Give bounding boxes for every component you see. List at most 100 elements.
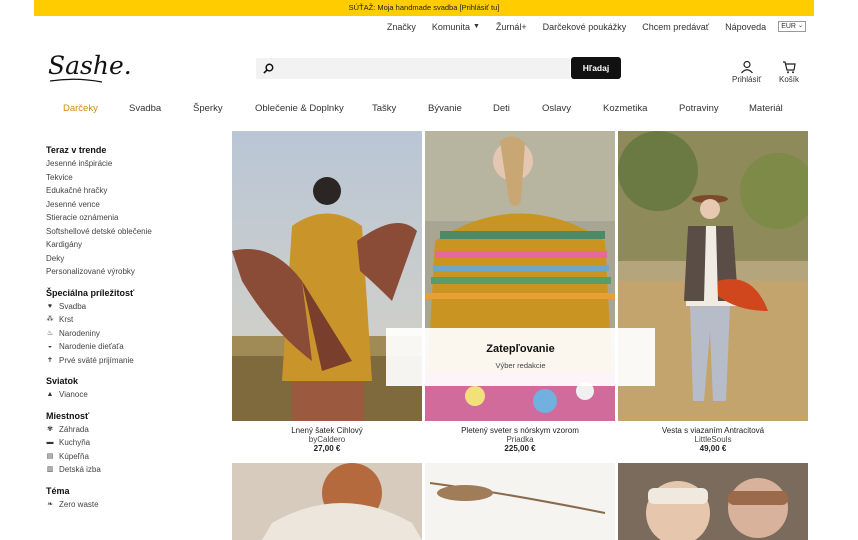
- sidebar-heading: Teraz v trende: [46, 145, 107, 155]
- category-material[interactable]: Materiál: [749, 103, 783, 114]
- sidebar-link-kidsroom[interactable]: ▥ Detská izba: [46, 463, 216, 477]
- sidebar-link[interactable]: Tekvice: [46, 171, 216, 185]
- product-name: Lnený šatek Cihlový: [291, 426, 363, 435]
- top-nav-vouchers[interactable]: Darčekové poukážky: [543, 22, 627, 32]
- chevron-down-icon: ⌄: [797, 23, 803, 29]
- sidebar-link-birthday[interactable]: ♨ Narodeniny: [46, 327, 216, 341]
- sidebar-link[interactable]: Edukačné hračky: [46, 184, 216, 198]
- product-name: Vesta s viazaním Antracitová: [661, 426, 765, 435]
- sidebar-link[interactable]: Jesenné vence: [46, 198, 216, 212]
- sidebar-link-label: Svadba: [59, 301, 87, 311]
- sidebar-link-baptism[interactable]: ⁂ Krst: [46, 313, 216, 327]
- currency-value: EUR: [781, 23, 796, 30]
- cake-icon: ♨: [46, 329, 54, 337]
- sidebar-link-zerowaste[interactable]: ❧ Zero waste: [46, 498, 216, 512]
- sashe-logo[interactable]: Sashe.sk: [46, 44, 130, 88]
- sidebar-link[interactable]: Stieracie oznámenia: [46, 211, 216, 225]
- category-nav: Darčeky Svadba Šperky Oblečenie & Doplnk…: [0, 103, 858, 117]
- product-seller[interactable]: LittleSouls: [618, 435, 808, 444]
- product-card-sweater[interactable]: Pletený sveter s nórskym vzorom Priadka …: [425, 426, 615, 453]
- cross-icon: ✝: [47, 356, 53, 364]
- product-image-pampas[interactable]: [425, 463, 615, 540]
- caret-down-icon: ▼: [472, 23, 480, 30]
- sidebar: Teraz v trende Jesenné inšpirácie Tekvic…: [46, 145, 216, 520]
- sidebar-link-label: Kúpeľňa: [59, 451, 89, 461]
- sidebar-link-garden[interactable]: ✾ Záhrada: [46, 423, 216, 437]
- sidebar-link-label: Narodenie dieťaťa: [59, 342, 124, 351]
- sidebar-link-label: Detská izba: [59, 465, 101, 474]
- sidebar-link[interactable]: Jesenné inšpirácie: [46, 157, 216, 171]
- cart-button[interactable]: Košík: [779, 60, 799, 84]
- top-nav-community-label: Komunita: [431, 21, 470, 32]
- currency-select[interactable]: EUR ⌄: [778, 21, 806, 32]
- sidebar-heading: Sviatok: [46, 376, 79, 386]
- sidebar-link-kitchen[interactable]: ▬ Kuchyňa: [46, 436, 216, 450]
- sidebar-link-communion[interactable]: ✝ Prvé sväté prijímanie: [46, 354, 216, 368]
- category-parties[interactable]: Oslavy: [542, 103, 571, 114]
- plant-icon: ✾: [47, 425, 53, 433]
- sidebar-occasions: Špeciálna príležitosť ♥ Svadba ⁂ Krst ♨ Nar…: [46, 288, 216, 368]
- product-price: 27,00 €: [313, 444, 341, 453]
- product-seller[interactable]: Priadka: [425, 435, 615, 444]
- sidebar-link-label: Prvé sväté prijímanie: [59, 355, 134, 365]
- sidebar-heading: Téma: [46, 485, 70, 496]
- editorial-feature-card[interactable]: Zatepľovanie Výber redakcie: [386, 328, 655, 386]
- crib-icon: ▥: [46, 466, 54, 473]
- sidebar-link[interactable]: Kardigány: [46, 238, 216, 252]
- product-seller[interactable]: byCaldero: [232, 435, 422, 444]
- sidebar-holiday: Sviatok ▲ Vianoce: [46, 376, 216, 402]
- search-button[interactable]: Hľadaj: [571, 57, 621, 79]
- sidebar-link[interactable]: Personalizované výrobky: [46, 265, 216, 279]
- product-name: Pletený sveter s nórskym vzorom: [461, 426, 579, 435]
- sidebar-link-label: Narodeniny: [59, 328, 100, 338]
- product-card-scarf[interactable]: Lnený šatek Cihlový byCaldero 27,00 €: [232, 426, 422, 453]
- sidebar-trending: Teraz v trende Jesenné inšpirácie Tekvic…: [46, 145, 216, 279]
- sidebar-link[interactable]: Softshellové detské oblečenie: [46, 225, 216, 239]
- product-image-headbands[interactable]: [618, 463, 808, 540]
- sidebar-theme: Téma ❧ Zero waste: [46, 486, 216, 512]
- category-kids[interactable]: Deti: [493, 103, 510, 114]
- top-nav-journal[interactable]: Žurnál+: [496, 22, 527, 32]
- top-nav-community[interactable]: Komunita ▼: [432, 22, 480, 32]
- sidebar-link-label: Vianoce: [59, 390, 88, 399]
- login-button[interactable]: Prihlásiť: [732, 60, 761, 84]
- sidebar-link-wedding[interactable]: ♥ Svadba: [46, 300, 216, 314]
- sidebar-link-christmas[interactable]: ▲ Vianoce: [46, 388, 216, 402]
- category-living[interactable]: Bývanie: [428, 103, 462, 114]
- category-gifts[interactable]: Darčeky: [63, 103, 98, 114]
- sidebar-link[interactable]: Deky: [46, 252, 216, 266]
- category-wedding[interactable]: Svadba: [129, 103, 161, 114]
- search-bar: [256, 58, 570, 79]
- logo-text: Sashe.sk: [48, 51, 130, 80]
- sidebar-room: Miestnosť ✾ Záhrada ▬ Kuchyňa ▤ Kúpeľňa ▥ De…: [46, 411, 216, 477]
- cart-icon: [783, 61, 796, 74]
- sidebar-link-label: Kuchyňa: [59, 438, 91, 447]
- promo-banner[interactable]: SÚŤAŽ: Moja handmade svadba [Prihlásiť t…: [34, 0, 814, 16]
- top-nav-help[interactable]: Nápoveda: [725, 22, 766, 32]
- category-clothing[interactable]: Oblečenie & Doplnky: [255, 103, 344, 114]
- product-card-vest[interactable]: Vesta s viazaním Antracitová LittleSouls…: [618, 426, 808, 453]
- sidebar-link-label: Krst: [59, 315, 74, 324]
- heart-icon: ♥: [47, 302, 53, 310]
- product-price: 49,00 €: [699, 444, 727, 453]
- login-label: Prihlásiť: [732, 75, 762, 84]
- category-bags[interactable]: Tašky: [372, 103, 396, 114]
- tree-icon: ▲: [46, 391, 54, 398]
- category-jewelry[interactable]: Šperky: [193, 103, 223, 114]
- feature-subtitle: Výber redakcie: [495, 361, 546, 370]
- cart-label: Košík: [779, 75, 800, 84]
- category-cosmetics[interactable]: Kozmetika: [603, 103, 647, 114]
- sidebar-link-bathroom[interactable]: ▤ Kúpeľňa: [46, 450, 216, 464]
- sidebar-link-label: Záhrada: [59, 424, 89, 434]
- sidebar-heading: Špeciálna príležitosť: [46, 287, 135, 298]
- stroller-icon: ◒: [47, 343, 53, 350]
- top-nav-sell[interactable]: Chcem predávať: [642, 22, 709, 32]
- category-food[interactable]: Potraviny: [679, 103, 719, 114]
- sidebar-link-birth[interactable]: ◒ Narodenie dieťaťa: [46, 340, 216, 354]
- top-nav-brands[interactable]: Značky: [387, 22, 416, 32]
- product-price: 225,00 €: [504, 444, 536, 453]
- search-input[interactable]: [280, 58, 565, 79]
- product-image-knit[interactable]: [232, 463, 422, 540]
- top-nav: Značky Komunita ▼ Žurnál+ Darčekové pouká…: [371, 21, 806, 32]
- sidebar-link-label: Zero waste: [59, 499, 99, 509]
